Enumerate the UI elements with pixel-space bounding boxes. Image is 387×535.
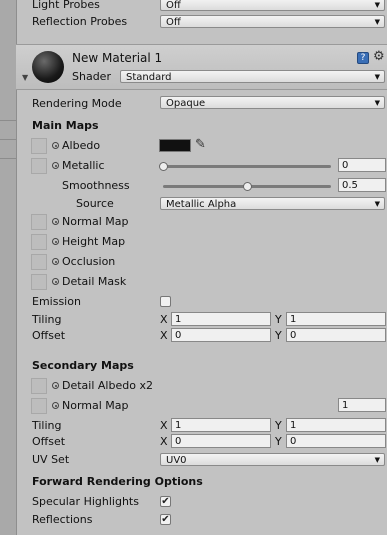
main-offset-x-field[interactable]: 0 [171, 328, 271, 342]
emission-checkbox[interactable] [160, 296, 171, 307]
texture-picker-icon[interactable] [52, 258, 59, 265]
strip-divider [0, 139, 16, 140]
chevron-down-icon: ▼ [374, 456, 380, 464]
secondary-offset-x-field[interactable]: 0 [171, 434, 271, 448]
secondary-tiling-y-label: Y [275, 419, 282, 432]
main-tiling-label: Tiling [32, 313, 62, 326]
detail-albedo-label: Detail Albedo x2 [62, 379, 153, 392]
eyedropper-icon[interactable]: ✎ [195, 137, 206, 152]
strip-divider [0, 158, 16, 159]
shader-label: Shader [72, 70, 111, 83]
uv-set-label: UV Set [32, 453, 70, 466]
light-probes-dropdown[interactable]: Off ▼ [160, 0, 385, 11]
uv-set-value: UV0 [166, 455, 187, 466]
main-maps-heading: Main Maps [32, 119, 99, 132]
reflections-label: Reflections [32, 513, 93, 526]
metallic-slider[interactable] [163, 165, 331, 168]
normal-map-label: Normal Map [62, 215, 129, 228]
rendering-mode-value: Opaque [166, 98, 206, 109]
secondary-maps-heading: Secondary Maps [32, 359, 134, 372]
secondary-offset-x-label: X [160, 435, 168, 448]
albedo-texture-slot[interactable] [31, 138, 47, 154]
reflection-probes-dropdown[interactable]: Off ▼ [160, 15, 385, 28]
source-label: Source [76, 197, 114, 210]
smoothness-label: Smoothness [62, 179, 130, 192]
main-offset-label: Offset [32, 329, 66, 342]
material-name: New Material 1 [72, 51, 163, 65]
foldout-arrow-icon[interactable]: ▼ [22, 73, 28, 82]
main-tiling-x-label: X [160, 313, 168, 326]
chevron-down-icon: ▼ [374, 18, 380, 26]
detail-normal-map-label: Normal Map [62, 399, 129, 412]
light-probes-value: Off [166, 0, 181, 11]
reflections-checkbox[interactable]: ✔ [160, 514, 171, 525]
occlusion-texture-slot[interactable] [31, 254, 47, 270]
reflection-probes-label: Reflection Probes [32, 15, 128, 28]
strip-divider [0, 120, 16, 121]
forward-rendering-heading: Forward Rendering Options [32, 475, 203, 488]
secondary-offset-y-field[interactable]: 0 [286, 434, 386, 448]
detail-normal-map-texture-slot[interactable] [31, 398, 47, 414]
secondary-tiling-y-field[interactable]: 1 [286, 418, 386, 432]
specular-highlights-label: Specular Highlights [32, 495, 139, 508]
secondary-tiling-x-label: X [160, 419, 168, 432]
source-dropdown[interactable]: Metallic Alpha ▼ [160, 197, 385, 210]
albedo-color-swatch[interactable] [159, 139, 191, 152]
uv-set-dropdown[interactable]: UV0 ▼ [160, 453, 385, 466]
metallic-value-field[interactable]: 0 [338, 158, 386, 172]
left-panel-strip [0, 0, 17, 535]
secondary-offset-y-label: Y [275, 435, 282, 448]
main-offset-y-field[interactable]: 0 [286, 328, 386, 342]
chevron-down-icon: ▼ [374, 1, 380, 9]
texture-picker-icon[interactable] [52, 238, 59, 245]
rendering-mode-label: Rendering Mode [32, 97, 122, 110]
detail-albedo-texture-slot[interactable] [31, 378, 47, 394]
shader-value: Standard [126, 72, 172, 83]
gear-icon[interactable]: ⚙ [373, 49, 385, 64]
metallic-label: Metallic [62, 159, 105, 172]
main-tiling-y-label: Y [275, 313, 282, 326]
texture-picker-icon[interactable] [52, 162, 59, 169]
checkmark-icon: ✔ [161, 496, 170, 507]
albedo-label: Albedo [62, 139, 101, 152]
smoothness-value-field[interactable]: 0.5 [338, 178, 386, 192]
source-value: Metallic Alpha [166, 199, 237, 210]
texture-picker-icon[interactable] [52, 278, 59, 285]
secondary-tiling-x-field[interactable]: 1 [171, 418, 271, 432]
main-offset-x-label: X [160, 329, 168, 342]
specular-highlights-checkbox[interactable]: ✔ [160, 496, 171, 507]
occlusion-label: Occlusion [62, 255, 116, 268]
material-preview-sphere [32, 51, 64, 83]
chevron-down-icon: ▼ [374, 73, 380, 81]
texture-picker-icon[interactable] [52, 402, 59, 409]
secondary-offset-label: Offset [32, 435, 66, 448]
light-probes-label: Light Probes [32, 0, 100, 11]
metallic-texture-slot[interactable] [31, 158, 47, 174]
detail-normal-scale-field[interactable]: 1 [338, 398, 386, 412]
emission-label: Emission [32, 295, 81, 308]
texture-picker-icon[interactable] [52, 218, 59, 225]
texture-picker-icon[interactable] [52, 382, 59, 389]
height-map-label: Height Map [62, 235, 126, 248]
main-offset-y-label: Y [275, 329, 282, 342]
rendering-mode-dropdown[interactable]: Opaque ▼ [160, 96, 385, 109]
book-help-icon[interactable]: ? [357, 52, 369, 64]
main-tiling-x-field[interactable]: 1 [171, 312, 271, 326]
shader-dropdown[interactable]: Standard ▼ [120, 70, 385, 83]
checkmark-icon: ✔ [161, 514, 170, 525]
chevron-down-icon: ▼ [374, 200, 380, 208]
texture-picker-icon[interactable] [52, 142, 59, 149]
smoothness-slider-thumb[interactable] [243, 182, 252, 191]
height-map-texture-slot[interactable] [31, 234, 47, 250]
main-tiling-y-field[interactable]: 1 [286, 312, 386, 326]
detail-mask-texture-slot[interactable] [31, 274, 47, 290]
reflection-probes-value: Off [166, 17, 181, 28]
metallic-slider-thumb[interactable] [159, 162, 168, 171]
detail-mask-label: Detail Mask [62, 275, 127, 288]
inspector-panel: Light Probes Off ▼ Reflection Probes Off… [16, 0, 387, 535]
chevron-down-icon: ▼ [374, 99, 380, 107]
normal-map-texture-slot[interactable] [31, 214, 47, 230]
secondary-tiling-label: Tiling [32, 419, 62, 432]
